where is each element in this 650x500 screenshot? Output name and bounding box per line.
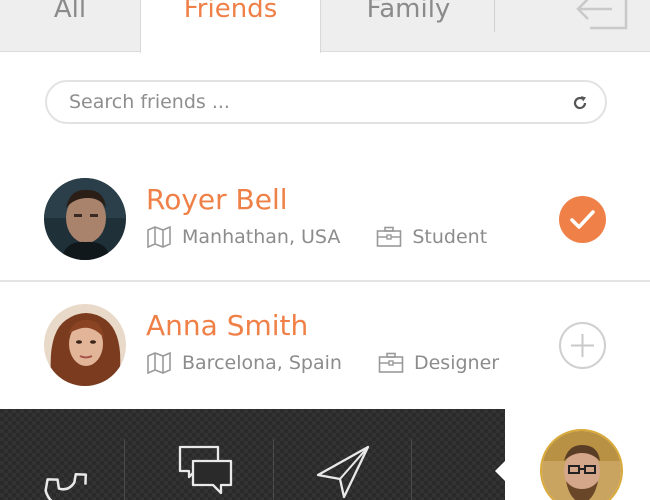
friend-row[interactable]: Royer Bell Manhathan, USA Student xyxy=(0,156,650,282)
search-input[interactable] xyxy=(69,91,549,113)
add-friend-button[interactable] xyxy=(559,322,606,369)
friend-row[interactable]: Anna Smith Barcelona, Spain Designer xyxy=(0,284,650,410)
send-button[interactable] xyxy=(274,409,411,500)
avatar xyxy=(44,178,126,260)
friend-occupation: Designer xyxy=(413,352,500,374)
tab-family[interactable]: Family xyxy=(321,0,496,52)
tab-all-label: All xyxy=(53,0,87,24)
tab-friends[interactable]: Friends xyxy=(140,0,321,53)
friend-meta: Manhathan, USA Student xyxy=(146,225,487,249)
friend-name[interactable]: Royer Bell xyxy=(146,186,288,214)
tab-bar: All Friends Family xyxy=(0,0,650,53)
briefcase-icon xyxy=(378,352,404,373)
map-icon xyxy=(147,352,171,374)
messages-button[interactable] xyxy=(125,409,273,500)
added-check-button[interactable] xyxy=(559,196,606,243)
bottom-nav xyxy=(0,409,505,500)
nav-divider xyxy=(411,439,412,500)
tab-friends-label: Friends xyxy=(183,0,278,24)
chat-bubbles-icon xyxy=(178,445,233,495)
plus-icon xyxy=(571,334,594,357)
avatar xyxy=(44,304,126,386)
profile-pointer xyxy=(495,461,505,481)
map-icon xyxy=(147,226,171,248)
send-icon xyxy=(316,445,370,499)
friend-meta: Barcelona, Spain Designer xyxy=(146,351,499,375)
back-button[interactable] xyxy=(572,0,628,30)
phone-icon xyxy=(44,472,88,500)
briefcase-icon xyxy=(377,226,402,247)
tab-all[interactable]: All xyxy=(0,0,140,52)
friend-location: Manhathan, USA xyxy=(182,226,341,248)
friend-name[interactable]: Anna Smith xyxy=(146,312,308,340)
logout-arrow-icon xyxy=(576,0,628,30)
search-box xyxy=(45,80,607,124)
checkmark-icon xyxy=(570,210,595,229)
friend-location: Barcelona, Spain xyxy=(182,352,342,374)
call-button[interactable] xyxy=(0,409,124,500)
tab-divider xyxy=(494,0,495,32)
refresh-icon[interactable] xyxy=(571,94,589,112)
friend-occupation: Student xyxy=(412,226,488,248)
tab-family-label: Family xyxy=(366,0,451,24)
